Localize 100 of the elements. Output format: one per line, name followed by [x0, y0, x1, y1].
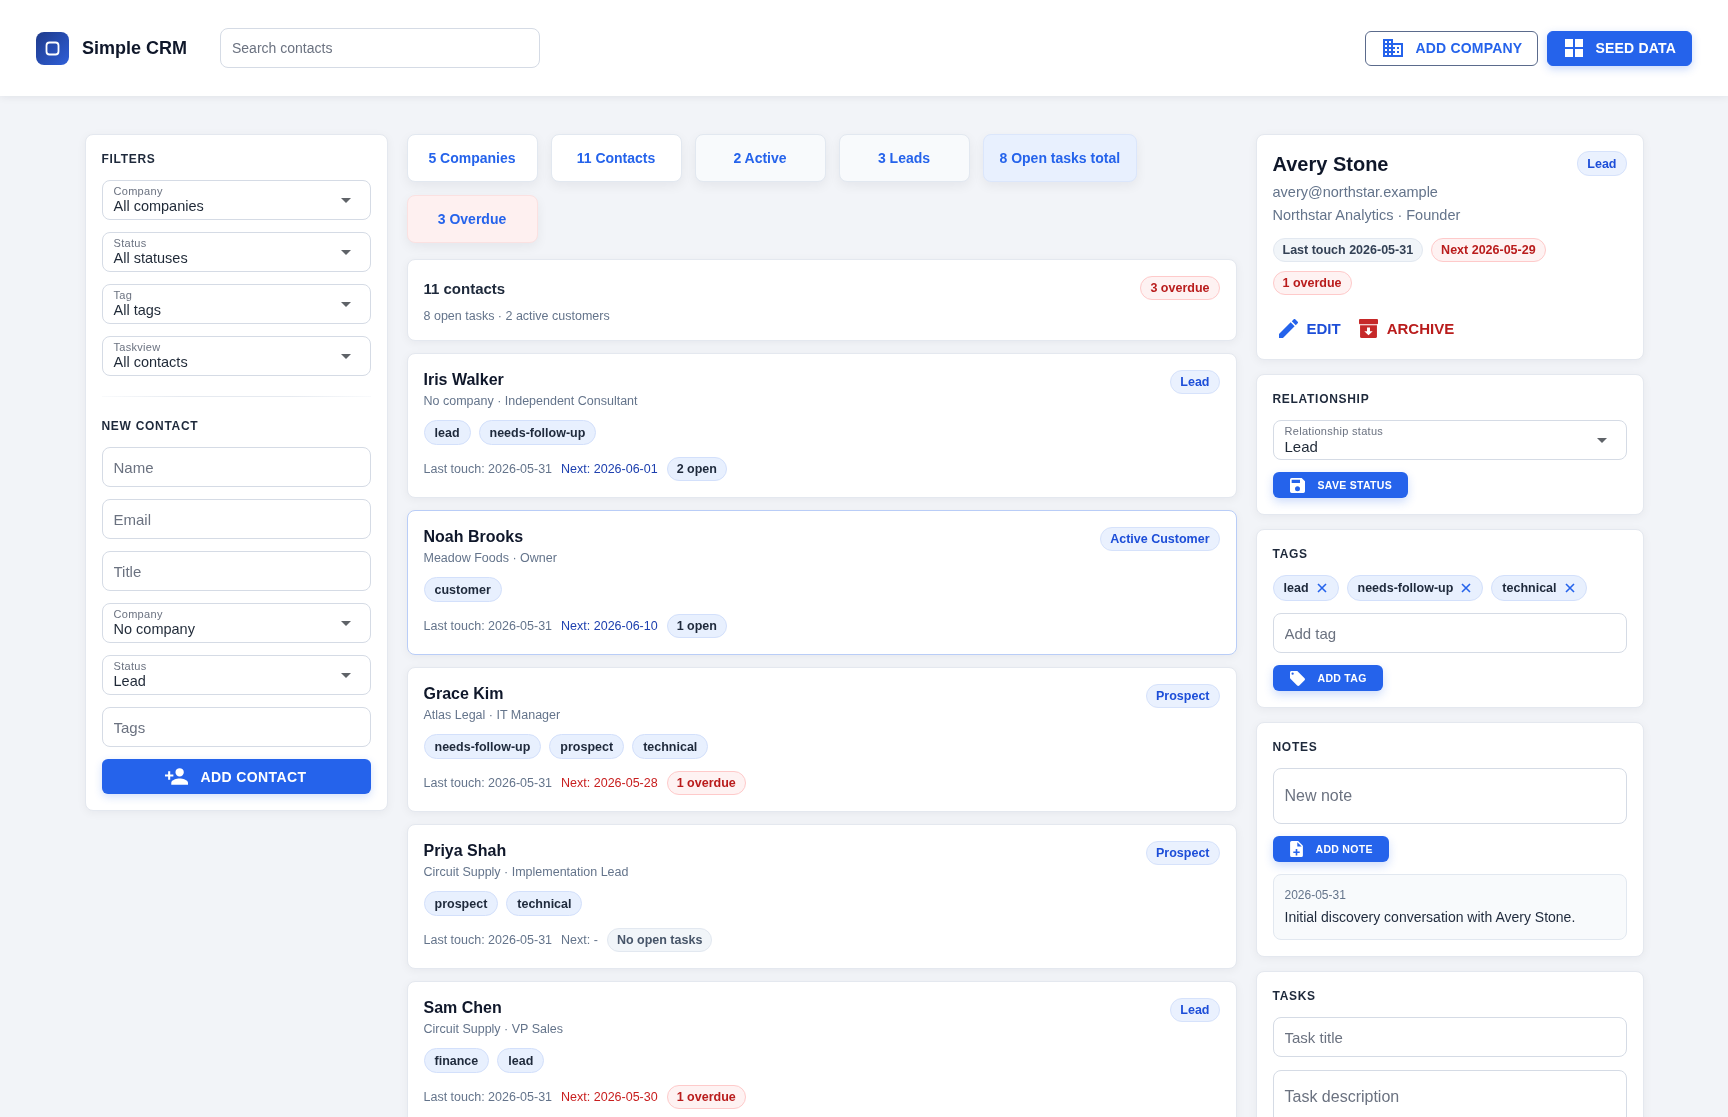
stat-card: 3 Leads [838, 134, 970, 182]
task-count-badge: 1 overdue [666, 771, 746, 795]
add-company-button[interactable]: ADD COMPANY [1365, 30, 1539, 66]
next-date-text: Next: - [561, 932, 598, 948]
tag-chip: prospect [423, 891, 499, 916]
stat-card: 3 Overdue [406, 195, 538, 243]
close-icon[interactable] [1461, 583, 1472, 593]
next-date-text: Next: 2026-05-30 [561, 1089, 658, 1105]
contact-name: Sam Chen [423, 998, 503, 1018]
next-date-text: Next: 2026-06-10 [561, 618, 658, 634]
tag-label: needs-follow-up [1357, 581, 1454, 595]
last-touch-text: Last touch: 2026-05-31 [423, 618, 553, 634]
tag-chip: needs-follow-up [478, 420, 597, 445]
save-status-button[interactable]: SAVE STATUS [1272, 472, 1408, 498]
file-plus-icon [1289, 841, 1303, 857]
overdue-badge: 3 overdue [1140, 276, 1220, 300]
input-field[interactable]: New note [1272, 768, 1627, 824]
tag-chip: needs-follow-up [423, 734, 542, 759]
add-note-button[interactable]: ADD NOTE [1272, 836, 1389, 862]
tag-label: lead [1283, 581, 1309, 595]
add-tag-button[interactable]: ADD TAG [1272, 665, 1383, 691]
contact-name: Avery Stone [1272, 152, 1389, 177]
close-icon[interactable] [1316, 583, 1327, 593]
select-field[interactable]: Company No company [101, 603, 371, 643]
last-touch-text: Last touch: 2026-05-31 [423, 775, 553, 791]
detail-chip: 1 overdue [1272, 271, 1352, 295]
input-field[interactable]: Tags [101, 707, 371, 747]
section-title: NEW CONTACT [101, 418, 200, 434]
contact-subtitle: Circuit Supply · Implementation Lead [423, 864, 629, 881]
tag-chip: technical [632, 734, 709, 759]
select-field[interactable]: Taskview All contacts [101, 336, 371, 376]
next-date-text: Next: 2026-05-28 [561, 775, 658, 791]
select-field[interactable]: Status All statuses [101, 232, 371, 272]
caret-icon [340, 197, 351, 203]
search-field[interactable]: Search contacts [220, 28, 540, 68]
save-icon [1289, 477, 1305, 493]
status-badge: Prospect [1146, 684, 1220, 708]
tag-chip: customer [423, 577, 502, 602]
contact-subtitle: No company · Independent Consultant [423, 393, 638, 410]
contact-subtitle: Meadow Foods · Owner [423, 550, 557, 567]
summary-text: 8 open tasks · 2 active customers [423, 308, 611, 324]
caret-icon [1596, 437, 1607, 443]
company-text: Northstar Analytics · Founder [1272, 206, 1462, 225]
status-badge: Lead [1170, 998, 1220, 1022]
last-touch-text: Last touch: 2026-05-31 [423, 461, 553, 477]
contact-card[interactable]: Iris Walker No company · Independent Consultant Lead lead needs-follow-up Last touch: 2026-05-31 Next: 2026-06-01 2 open [406, 353, 1237, 498]
stat-card: 5 Companies [406, 134, 538, 182]
close-icon[interactable] [1564, 583, 1575, 593]
contact-name: Priya Shah [423, 841, 508, 861]
select-field[interactable]: Tag All tags [101, 284, 371, 324]
input-field[interactable]: Task title [1272, 1017, 1627, 1057]
seed-data-button[interactable]: SEED DATA [1547, 30, 1692, 66]
contact-subtitle: Circuit Supply · VP Sales [423, 1021, 563, 1038]
archive-box-icon [1358, 318, 1378, 338]
input-field[interactable]: Email [101, 499, 371, 539]
section-title: NOTES [1272, 739, 1319, 755]
contact-count: 11 contacts [423, 279, 506, 297]
caret-icon [340, 353, 351, 359]
contact-card[interactable]: Grace Kim Atlas Legal · IT Manager Prospect needs-follow-up prospect technical Last touch: 2026-05-31 Next: 2026-05-28 1 overdue [406, 667, 1237, 812]
textarea-field[interactable]: Task description [1272, 1070, 1627, 1117]
contact-card[interactable]: Priya Shah Circuit Supply · Implementation Lead Prospect prospect technical Last touch: 2026-05-31 Next: - No open tasks [406, 824, 1237, 969]
task-count-badge: 1 open [666, 614, 727, 638]
tag-chip: technical [506, 891, 583, 916]
input-field[interactable]: Add tag [1272, 613, 1627, 653]
tag-chip: finance [423, 1048, 490, 1073]
caret-icon [340, 672, 351, 678]
building-icon [1383, 39, 1404, 57]
detail-chip: Next 2026-05-29 [1431, 238, 1546, 262]
contact-name: Iris Walker [423, 370, 505, 390]
contact-name: Noah Brooks [423, 527, 525, 547]
note-text: Initial discovery conversation with Avery Stone. [1284, 908, 1577, 927]
status-badge: Prospect [1146, 841, 1220, 865]
grid-icon [1565, 39, 1584, 57]
select-field[interactable]: Relationship status Lead [1272, 420, 1627, 460]
caret-icon [340, 620, 351, 626]
status-badge: Active Customer [1100, 527, 1220, 551]
archive-button[interactable]: ARCHIVE [1352, 310, 1463, 346]
input-field[interactable]: Title [101, 551, 371, 591]
select-field[interactable]: Status Lead [101, 655, 371, 695]
person-plus-icon [165, 768, 189, 785]
section-title: TAGS [1272, 546, 1309, 562]
app-title: Simple CRM [82, 37, 187, 59]
contact-subtitle: Atlas Legal · IT Manager [423, 707, 561, 724]
task-count-badge: 1 overdue [666, 1085, 746, 1109]
note-date: 2026-05-31 [1284, 887, 1347, 903]
contact-card[interactable]: Noah Brooks Meadow Foods · Owner Active Customer customer Last touch: 2026-05-31 Next: 2026-06-10 1 open [406, 510, 1237, 655]
task-count-badge: 2 open [666, 457, 727, 481]
select-field[interactable]: Company All companies [101, 180, 371, 220]
section-title: FILTERS [101, 151, 157, 167]
tag-icon [1289, 670, 1305, 686]
tag-chip: lead [423, 420, 471, 445]
add-contact-button[interactable]: ADD CONTACT [101, 759, 371, 794]
input-field[interactable]: Name [101, 447, 371, 487]
edit-button[interactable]: EDIT [1272, 310, 1349, 346]
tag-chip: prospect [549, 734, 625, 759]
next-date-text: Next: 2026-06-01 [561, 461, 658, 477]
stat-card: 8 Open tasks total [982, 134, 1138, 182]
tag-chip: lead [497, 1048, 545, 1073]
contact-card[interactable]: Sam Chen Circuit Supply · VP Sales Lead finance lead Last touch: 2026-05-31 Next: 2026-05-30 1 overdue [406, 981, 1237, 1117]
tag-label: technical [1502, 581, 1557, 595]
